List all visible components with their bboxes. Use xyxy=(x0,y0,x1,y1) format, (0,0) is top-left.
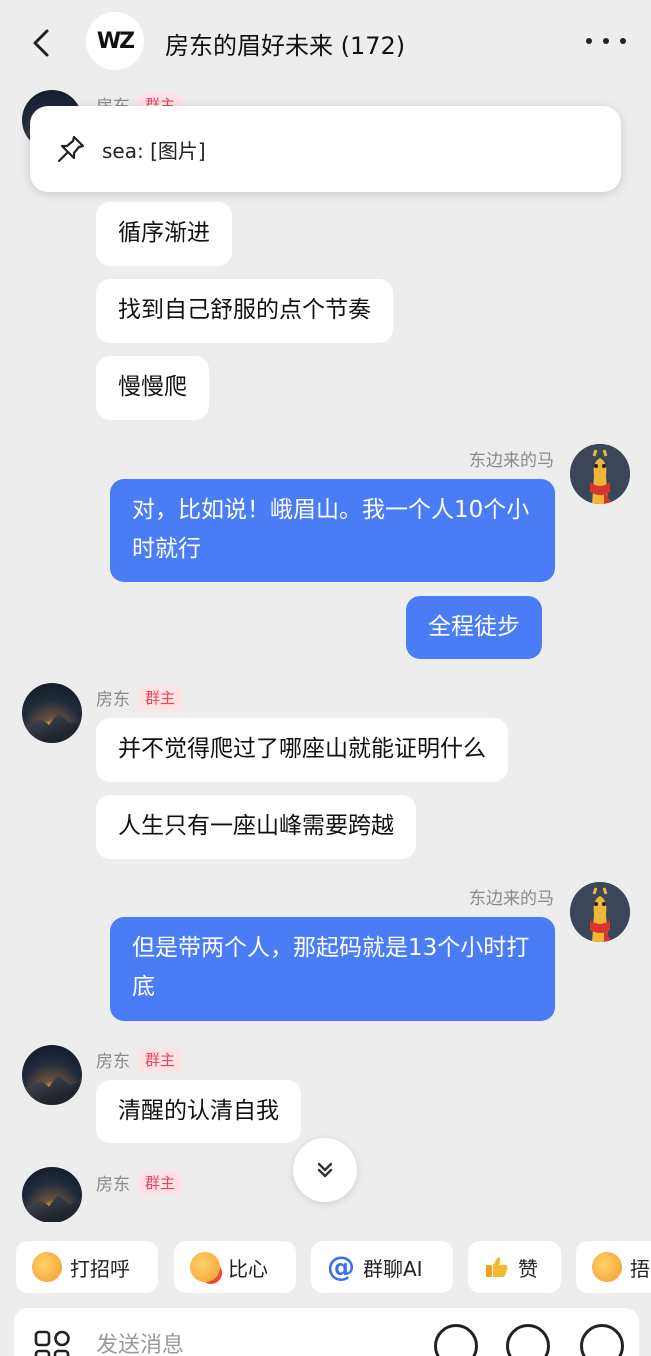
sender-row: 房东 群主 xyxy=(96,1170,183,1195)
quick-action-label: 比心 xyxy=(228,1256,268,1281)
sender-avatar[interactable] xyxy=(22,1045,82,1105)
at-icon: @ xyxy=(327,1250,355,1283)
message-bubble-outgoing[interactable]: 全程徒步 xyxy=(406,596,542,659)
quick-action-label: 捂 xyxy=(630,1256,650,1281)
wave-emoji-icon xyxy=(32,1252,62,1282)
sender-name: 房东 xyxy=(96,1175,130,1195)
my-avatar[interactable] xyxy=(570,882,630,942)
sender-row: 房东 群主 xyxy=(96,1047,183,1072)
sender-name: 东边来的马 xyxy=(469,451,554,471)
quick-action-label: 赞 xyxy=(518,1256,538,1281)
pinned-text: sea: [图片] xyxy=(102,138,206,163)
more-options-button[interactable] xyxy=(586,30,626,52)
dot-icon xyxy=(620,38,626,44)
emoji-icon[interactable] xyxy=(506,1324,550,1356)
message-bubble[interactable]: 慢慢爬 xyxy=(96,356,209,420)
sender-avatar[interactable] xyxy=(22,683,82,743)
dot-icon xyxy=(603,38,609,44)
quick-action-like[interactable]: 赞 xyxy=(468,1241,561,1293)
sender-name: 东边来的马 xyxy=(469,889,554,909)
message-input-bar xyxy=(14,1308,639,1356)
sender-avatar[interactable] xyxy=(22,1167,82,1223)
back-button[interactable] xyxy=(26,26,56,60)
thumbs-up-icon xyxy=(486,1257,508,1277)
chat-title: 房东的眉好未来 (172) xyxy=(165,32,406,60)
message-bubble[interactable]: 找到自己舒服的点个节奏 xyxy=(96,279,393,343)
sender-name: 房东 xyxy=(96,690,130,710)
laugh-emoji-icon xyxy=(592,1252,622,1282)
message-bubble-outgoing[interactable]: 但是带两个人，那起码就是13个小时打底 xyxy=(110,917,555,1021)
my-avatar[interactable] xyxy=(570,444,630,504)
role-badge: 群主 xyxy=(138,1170,183,1195)
group-avatar[interactable]: WZ xyxy=(86,12,144,70)
chat-header: WZ 房东的眉好未来 (172) xyxy=(0,0,651,86)
message-bubble[interactable]: 循序渐进 xyxy=(96,202,232,266)
role-badge: 群主 xyxy=(138,1047,183,1072)
voice-icon[interactable] xyxy=(434,1324,478,1356)
sender-name: 房东 xyxy=(96,1052,130,1072)
quick-actions-bar: 打招呼 比心 @ 群聊AI 赞 捂 xyxy=(0,1222,651,1308)
quick-action-heart[interactable]: 比心 xyxy=(174,1241,296,1293)
giraffe-avatar-icon xyxy=(570,882,630,942)
sender-row: 房东 群主 xyxy=(96,685,183,710)
heart-hands-emoji-icon xyxy=(190,1252,220,1282)
dot-icon xyxy=(586,38,592,44)
chevron-left-icon xyxy=(33,29,49,57)
quick-action-ai[interactable]: @ 群聊AI xyxy=(311,1241,453,1293)
message-bubble-outgoing[interactable]: 对，比如说！峨眉山。我一个人10个小时就行 xyxy=(110,479,555,582)
quick-action-laugh[interactable]: 捂 xyxy=(576,1241,651,1293)
pin-icon xyxy=(57,135,85,163)
pinned-message[interactable]: sea: [图片] xyxy=(30,106,621,192)
message-input[interactable] xyxy=(96,1330,396,1356)
apps-grid-icon[interactable] xyxy=(32,1328,72,1356)
message-bubble[interactable]: 并不觉得爬过了哪座山就能证明什么 xyxy=(96,718,508,782)
group-logo: WZ xyxy=(96,28,135,54)
double-chevron-down-icon xyxy=(317,1162,333,1178)
quick-action-greet[interactable]: 打招呼 xyxy=(16,1241,158,1293)
message-bubble[interactable]: 清醒的认清自我 xyxy=(96,1080,301,1143)
role-badge: 群主 xyxy=(138,685,183,710)
message-bubble[interactable]: 人生只有一座山峰需要跨越 xyxy=(96,795,416,859)
giraffe-avatar-icon xyxy=(570,444,630,504)
quick-action-label: 群聊AI xyxy=(363,1256,423,1281)
plus-icon[interactable] xyxy=(580,1324,624,1356)
quick-action-label: 打招呼 xyxy=(70,1256,130,1281)
scroll-to-bottom-button[interactable] xyxy=(293,1138,357,1202)
